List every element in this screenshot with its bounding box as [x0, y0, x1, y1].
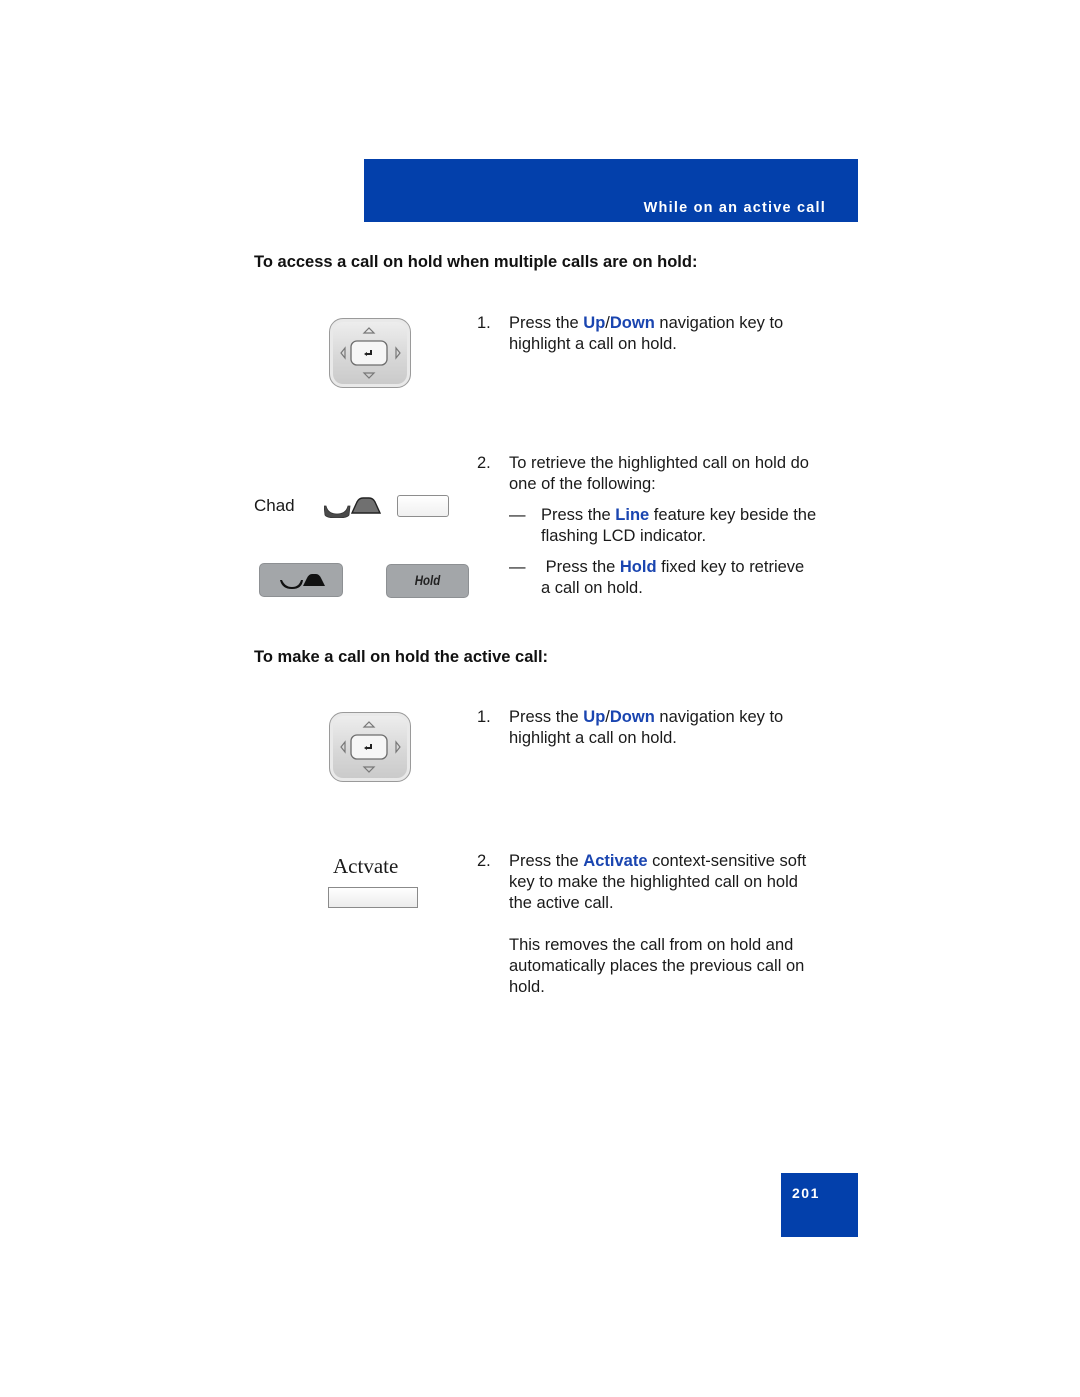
page-number-box: 201 — [781, 1173, 858, 1237]
step-1-navigate: 1. Press the Up/Down navigation key to h… — [477, 707, 817, 749]
em-dash: — — [509, 506, 526, 524]
step-text: Press the — [509, 314, 584, 332]
page-number: 201 — [792, 1185, 820, 1201]
em-dash: — — [509, 558, 526, 576]
section-heading-access-hold: To access a call on hold when multiple c… — [254, 253, 698, 271]
key-name-up: Up — [583, 708, 606, 726]
key-name-down: Down — [609, 708, 655, 726]
step-text: To retrieve the highlighted call on hold… — [509, 454, 809, 493]
key-name-up: Up — [583, 314, 606, 332]
line-label: Chad — [254, 496, 295, 515]
key-name-hold: Hold — [619, 558, 657, 576]
step-number: 2. — [477, 852, 491, 870]
section-header-title: While on an active call — [643, 200, 826, 216]
section-heading-make-active: To make a call on hold the active call: — [254, 648, 549, 666]
key-name-down: Down — [609, 314, 655, 332]
step-text: Press the — [509, 852, 584, 870]
handset-held-icon — [323, 496, 384, 519]
navigation-key-icon — [329, 318, 411, 388]
key-name-line: Line — [615, 506, 650, 524]
option-hold-key: — Press the Hold fixed key to retrieve a… — [509, 557, 817, 599]
section-header-band: While on an active call — [364, 159, 858, 222]
hold-key-icon: Hold — [386, 564, 469, 598]
softkey-label: Actvate — [333, 854, 399, 878]
softkey-icon — [328, 887, 418, 908]
step-1-navigate: 1. Press the Up/Down navigation key to h… — [477, 313, 817, 355]
step-number: 1. — [477, 314, 491, 332]
option-text: Press the — [541, 506, 616, 524]
step-2-activate: 2. Press the Activate context-sensitive … — [477, 851, 817, 998]
key-name-activate: Activate — [583, 852, 648, 870]
option-line-key: — Press the Line feature key beside the … — [509, 505, 817, 547]
step-number: 1. — [477, 708, 491, 726]
option-text: Press the — [541, 558, 620, 576]
step-text: Press the — [509, 708, 584, 726]
line-key-icon — [397, 495, 449, 517]
hold-key-label: Hold — [414, 572, 441, 588]
navigation-key-icon — [329, 712, 411, 782]
goodbye-handset-key-icon — [259, 563, 343, 597]
step-note: This removes the call from on hold and a… — [509, 936, 805, 996]
step-2-retrieve: 2. To retrieve the highlighted call on h… — [477, 453, 817, 599]
step-number: 2. — [477, 454, 491, 472]
